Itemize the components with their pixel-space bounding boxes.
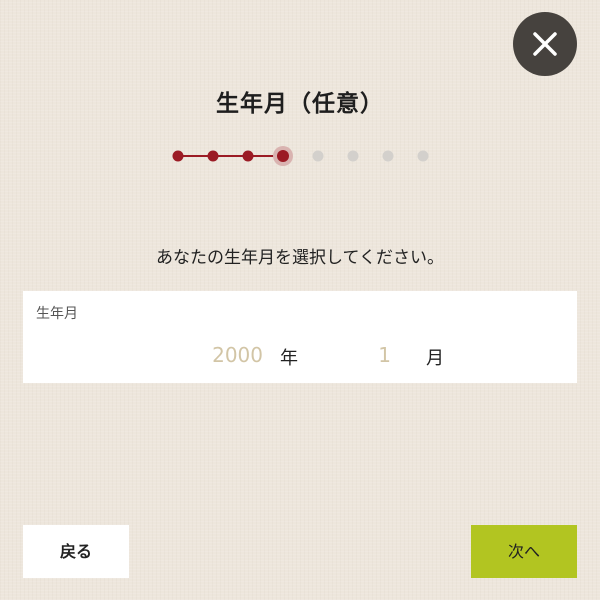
field-label: 生年月 — [36, 306, 78, 322]
close-button[interactable] — [513, 12, 577, 76]
stepper-dot-complete — [207, 150, 219, 162]
stepper-dot-current — [277, 150, 289, 162]
stepper-dot-pending — [347, 150, 359, 162]
close-icon — [533, 32, 557, 56]
month-unit-label: 月 — [426, 348, 444, 369]
stepper-dot-complete — [242, 150, 254, 162]
page-title: 生年月（任意） — [216, 91, 384, 117]
back-button[interactable]: 戻る — [23, 525, 129, 578]
next-button[interactable]: 次へ — [471, 525, 577, 578]
year-select[interactable]: 2000 — [173, 343, 263, 367]
stepper-dot-complete — [172, 150, 184, 162]
year-unit-label: 年 — [280, 348, 298, 369]
birth-month-field: 生年月 2000 年 1 月 — [23, 291, 577, 383]
stepper-dot-pending — [417, 150, 429, 162]
stepper-dot-pending — [312, 150, 324, 162]
month-select[interactable]: 1 — [343, 343, 391, 367]
instruction-text: あなたの生年月を選択してください。 — [156, 248, 444, 268]
stepper-dot-pending — [382, 150, 394, 162]
progress-stepper — [172, 146, 429, 166]
